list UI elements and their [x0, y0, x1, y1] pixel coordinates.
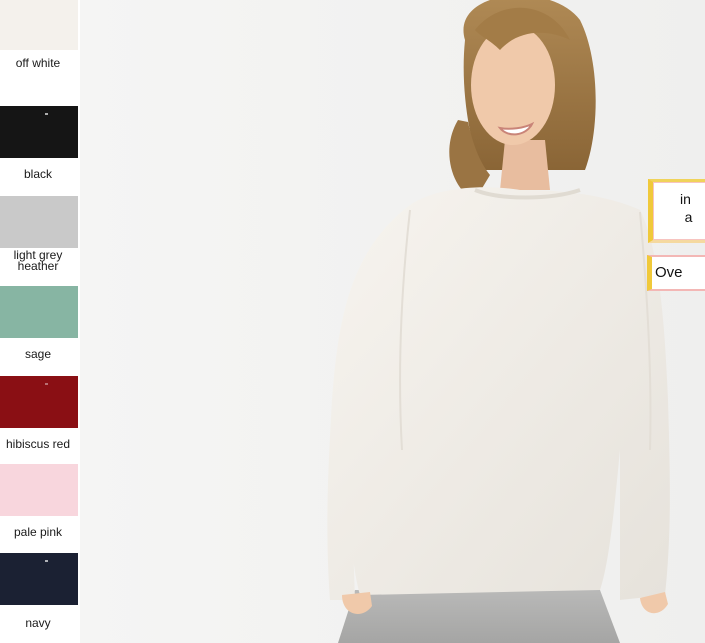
- label-tag-icon: [45, 560, 48, 562]
- fit-badge: Ove: [647, 255, 705, 291]
- product-page: off white black light grey heather sage: [0, 0, 705, 643]
- shirt-icon: [0, 196, 78, 248]
- swatch-label: sage: [24, 347, 52, 361]
- shirt-icon: [0, 376, 78, 428]
- person-photo-icon: [80, 0, 705, 643]
- swatch-label: navy: [25, 616, 51, 630]
- swatch-thumbnail[interactable]: [0, 196, 78, 248]
- fit-badge-label: Ove: [655, 264, 683, 281]
- swatch-thumbnail[interactable]: [0, 106, 78, 158]
- swatch-thumbnail[interactable]: [0, 464, 78, 516]
- swatch-black[interactable]: black: [0, 106, 78, 180]
- swatch-sage[interactable]: sage: [0, 286, 78, 360]
- swatch-thumbnail[interactable]: [0, 553, 78, 605]
- swatch-off-white[interactable]: off white: [0, 0, 78, 69]
- promo-badge-line1: in: [680, 191, 691, 207]
- label-tag-icon: [45, 383, 48, 385]
- swatch-label: off white: [15, 56, 61, 70]
- swatch-thumbnail[interactable]: [0, 0, 78, 50]
- swatch-hibiscus-red[interactable]: hibiscus red: [0, 376, 78, 450]
- label-tag-icon: [45, 113, 48, 115]
- shirt-icon: [0, 0, 78, 50]
- promo-badge-line2: a: [684, 209, 693, 225]
- shirt-icon: [0, 286, 78, 338]
- shirt-icon: [0, 106, 78, 158]
- promo-badge: in a: [648, 179, 705, 243]
- swatch-light-grey-heather[interactable]: light grey heather: [0, 196, 78, 272]
- swatch-label: pale pink: [13, 525, 63, 539]
- swatch-navy[interactable]: navy: [0, 553, 78, 629]
- swatch-label: hibiscus red: [5, 437, 71, 451]
- swatch-thumbnail[interactable]: [0, 376, 78, 428]
- model-photo: [80, 0, 705, 643]
- color-swatch-list: off white black light grey heather sage: [0, 0, 80, 643]
- swatch-label: light grey heather: [13, 248, 63, 273]
- swatch-label: black: [23, 167, 52, 181]
- shirt-icon: [0, 553, 78, 605]
- swatch-pale-pink[interactable]: pale pink: [0, 464, 78, 538]
- shirt-icon: [0, 464, 78, 516]
- swatch-thumbnail[interactable]: [0, 286, 78, 338]
